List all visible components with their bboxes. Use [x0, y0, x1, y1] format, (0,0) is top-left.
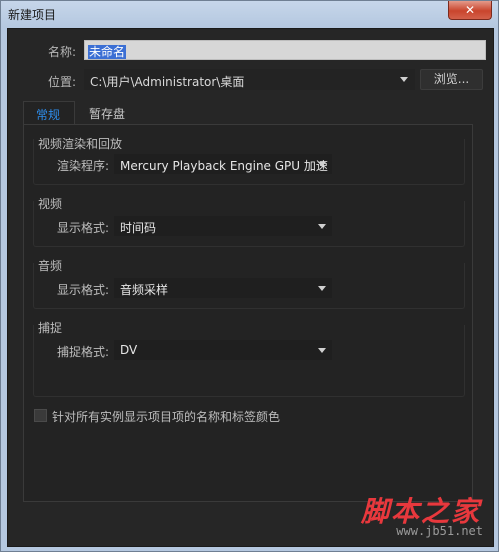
- label-color-checkbox-label: 针对所有实例显示项目项的名称和标签颜色: [52, 410, 281, 424]
- close-button[interactable]: ✕: [448, 1, 492, 20]
- audio-format-value: 音频采样: [120, 283, 169, 297]
- capture-format-value: DV: [120, 343, 138, 357]
- new-project-dialog: 新建项目 ✕ 名称: 未命名 位置: C:\用户\Administrator\桌…: [0, 0, 499, 552]
- video-format-value: 时间码: [120, 221, 157, 235]
- project-name-input[interactable]: 未命名: [84, 40, 486, 60]
- video-format-dropdown[interactable]: 时间码: [114, 216, 332, 236]
- location-label: 位置:: [48, 75, 77, 89]
- title-bar[interactable]: 新建项目 ✕: [1, 1, 498, 27]
- watermark-url: www.jb51.net: [396, 524, 483, 538]
- renderer-dropdown[interactable]: Mercury Playback Engine GPU 加速 (CUDA): [114, 154, 332, 174]
- chevron-down-icon: [400, 77, 408, 82]
- capture-format-label: 捕捉格式:: [57, 345, 110, 359]
- capture-format-dropdown[interactable]: DV: [114, 340, 332, 360]
- tab-general[interactable]: 常规: [23, 101, 75, 125]
- location-value: C:\用户\Administrator\桌面: [90, 75, 245, 89]
- watermark: 脚本之家 www.jb51.net: [326, 484, 491, 544]
- name-label: 名称:: [48, 45, 77, 59]
- video-format-label: 显示格式:: [57, 221, 110, 235]
- close-icon: ✕: [464, 3, 476, 17]
- capture-group: [33, 325, 465, 397]
- dialog-body: 名称: 未命名 位置: C:\用户\Administrator\桌面 浏览...…: [7, 28, 494, 547]
- browse-button[interactable]: 浏览...: [420, 69, 483, 90]
- tab-scratch-disks[interactable]: 暂存盘: [77, 101, 137, 125]
- chevron-down-icon: [318, 286, 326, 291]
- renderer-label: 渲染程序:: [57, 159, 110, 173]
- general-tab-panel: 视频渲染和回放 渲染程序: Mercury Playback Engine GP…: [23, 124, 473, 502]
- window-title: 新建项目: [8, 8, 57, 22]
- chevron-down-icon: [318, 224, 326, 229]
- project-name-value: 未命名: [88, 45, 127, 59]
- audio-format-label: 显示格式:: [57, 283, 110, 297]
- location-dropdown[interactable]: C:\用户\Administrator\桌面: [84, 69, 415, 90]
- chevron-down-icon: [318, 162, 326, 167]
- chevron-down-icon: [318, 348, 326, 353]
- label-color-checkbox[interactable]: [34, 409, 47, 422]
- renderer-value: Mercury Playback Engine GPU 加速 (CUDA): [120, 159, 331, 173]
- audio-format-dropdown[interactable]: 音频采样: [114, 278, 332, 298]
